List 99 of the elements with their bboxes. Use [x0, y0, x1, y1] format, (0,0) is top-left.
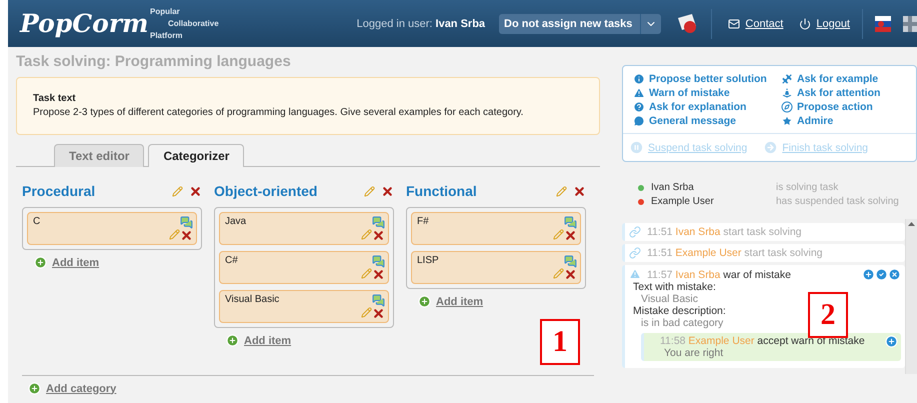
item-label: Java: [225, 216, 246, 229]
task-mode-select[interactable]: Do not assign new tasks: [499, 14, 662, 34]
item-label: C#: [225, 255, 238, 268]
reply-note: You are right: [664, 347, 724, 359]
info-icon: [633, 73, 645, 85]
log-text: 11:51 Ivan Srba start task solving: [647, 226, 802, 238]
mail-icon: [728, 18, 740, 30]
delete-icon[interactable]: [372, 307, 385, 320]
action-link[interactable]: Propose action: [781, 101, 906, 113]
speech-bubble-icon: [633, 115, 645, 127]
tagline: Collaborative: [167, 18, 220, 30]
task-heading: Task text: [33, 92, 77, 106]
comment-icon[interactable]: [564, 216, 577, 229]
detail-value: is in bad category: [641, 317, 724, 329]
category-item[interactable]: C: [27, 212, 197, 245]
contact-link[interactable]: Contact: [728, 18, 784, 30]
category-item[interactable]: Java: [219, 212, 389, 245]
comment-icon[interactable]: [372, 216, 385, 229]
delete-icon[interactable]: [564, 268, 577, 281]
link-icon: [629, 226, 641, 238]
tab[interactable]: Text editor: [54, 144, 144, 167]
action-link[interactable]: Ask for example: [781, 73, 906, 85]
category-title: Functional: [406, 183, 478, 199]
delete-icon[interactable]: [180, 229, 193, 242]
delete-icon[interactable]: [573, 184, 586, 198]
callout-number: 2: [808, 292, 848, 338]
item-label: LISP: [417, 255, 439, 268]
participant-name: Ivan Srba: [651, 182, 694, 193]
power-icon: [799, 18, 812, 30]
item-label: F#: [417, 216, 429, 229]
comment-icon[interactable]: [180, 216, 193, 229]
item-label: C: [33, 216, 40, 229]
item-label: Visual Basic: [225, 294, 280, 307]
action-link[interactable]: Admire: [781, 115, 906, 127]
delete-icon[interactable]: [189, 184, 202, 198]
pause-icon: [629, 140, 644, 155]
help-icon: [633, 101, 645, 113]
flag-icon[interactable]: [903, 16, 917, 32]
category-item[interactable]: Visual Basic: [219, 290, 389, 323]
participant-name: Example User: [651, 196, 714, 207]
add-icon[interactable]: [885, 335, 898, 348]
edit-icon[interactable]: [172, 186, 183, 196]
action-link[interactable]: Warn of mistake: [633, 87, 781, 99]
detail-value: Visual Basic: [641, 293, 698, 305]
detail-label: Text with mistake:: [633, 281, 716, 293]
category-item[interactable]: F#: [411, 212, 581, 245]
star-icon: [781, 115, 793, 127]
add-category-link[interactable]: Add category: [28, 382, 600, 395]
logo: PopCorm: [20, 9, 150, 38]
action-link[interactable]: Propose better solution: [633, 73, 781, 85]
log-text: 11:57 Ivan Srba war of mistake: [647, 268, 792, 280]
warning-icon: [629, 268, 641, 280]
delete-icon[interactable]: [381, 184, 394, 198]
edit-icon[interactable]: [364, 186, 375, 196]
flag-icon[interactable]: [875, 16, 891, 32]
category-title: Procedural: [22, 183, 96, 199]
log-text: 11:51 Example User start task solving: [647, 247, 824, 259]
action-link[interactable]: General message: [633, 115, 781, 127]
comment-icon[interactable]: [372, 255, 385, 268]
participant-status: has suspended task solving: [776, 196, 900, 207]
add-icon[interactable]: [34, 256, 47, 269]
category-item[interactable]: C#: [219, 251, 389, 284]
page-title: Task solving: Programming languages: [16, 53, 292, 70]
edit-icon[interactable]: [556, 186, 567, 196]
puzzle-icon: [781, 73, 793, 85]
add-item-link[interactable]: Add item: [418, 295, 586, 308]
link-icon: [629, 247, 641, 259]
arrow-circle-icon: [763, 140, 778, 155]
action-link[interactable]: Ask for explanation: [633, 101, 781, 113]
compass-icon: [781, 101, 793, 113]
scroll-up-icon[interactable]: [908, 222, 915, 226]
scrollbar[interactable]: [905, 219, 917, 374]
add-icon[interactable]: [28, 382, 41, 395]
action-link[interactable]: Ask for attention: [781, 87, 906, 99]
comment-icon[interactable]: [564, 255, 577, 268]
logout-link[interactable]: Logout: [799, 18, 850, 30]
cone-icon: [781, 87, 793, 99]
detail-label: Mistake description:: [633, 305, 726, 317]
reject-icon[interactable]: [888, 268, 901, 281]
add-icon[interactable]: [862, 268, 875, 281]
add-icon[interactable]: [418, 295, 431, 308]
login-status: Logged in user: Ivan Srba: [356, 18, 486, 30]
tab[interactable]: Categorizer: [148, 144, 244, 167]
category-title: Object-oriented: [214, 183, 318, 199]
category-item[interactable]: LISP: [411, 251, 581, 284]
add-icon[interactable]: [226, 334, 239, 347]
task-text: Propose 2-3 types of different categories of programming languages. Give several examples for each category.: [33, 106, 524, 120]
accept-icon[interactable]: [875, 268, 888, 281]
add-item-link[interactable]: Add item: [226, 334, 394, 347]
warning-icon: [633, 87, 645, 99]
delete-icon[interactable]: [372, 268, 385, 281]
participant-status: is solving task: [776, 182, 840, 193]
tagline: Platform: [150, 30, 184, 42]
comment-icon[interactable]: [372, 294, 385, 307]
callout-number: 1: [540, 319, 580, 365]
add-item-link[interactable]: Add item: [34, 256, 202, 269]
tagline: Popular: [150, 6, 181, 18]
delete-icon[interactable]: [372, 229, 385, 242]
delete-icon[interactable]: [564, 229, 577, 242]
